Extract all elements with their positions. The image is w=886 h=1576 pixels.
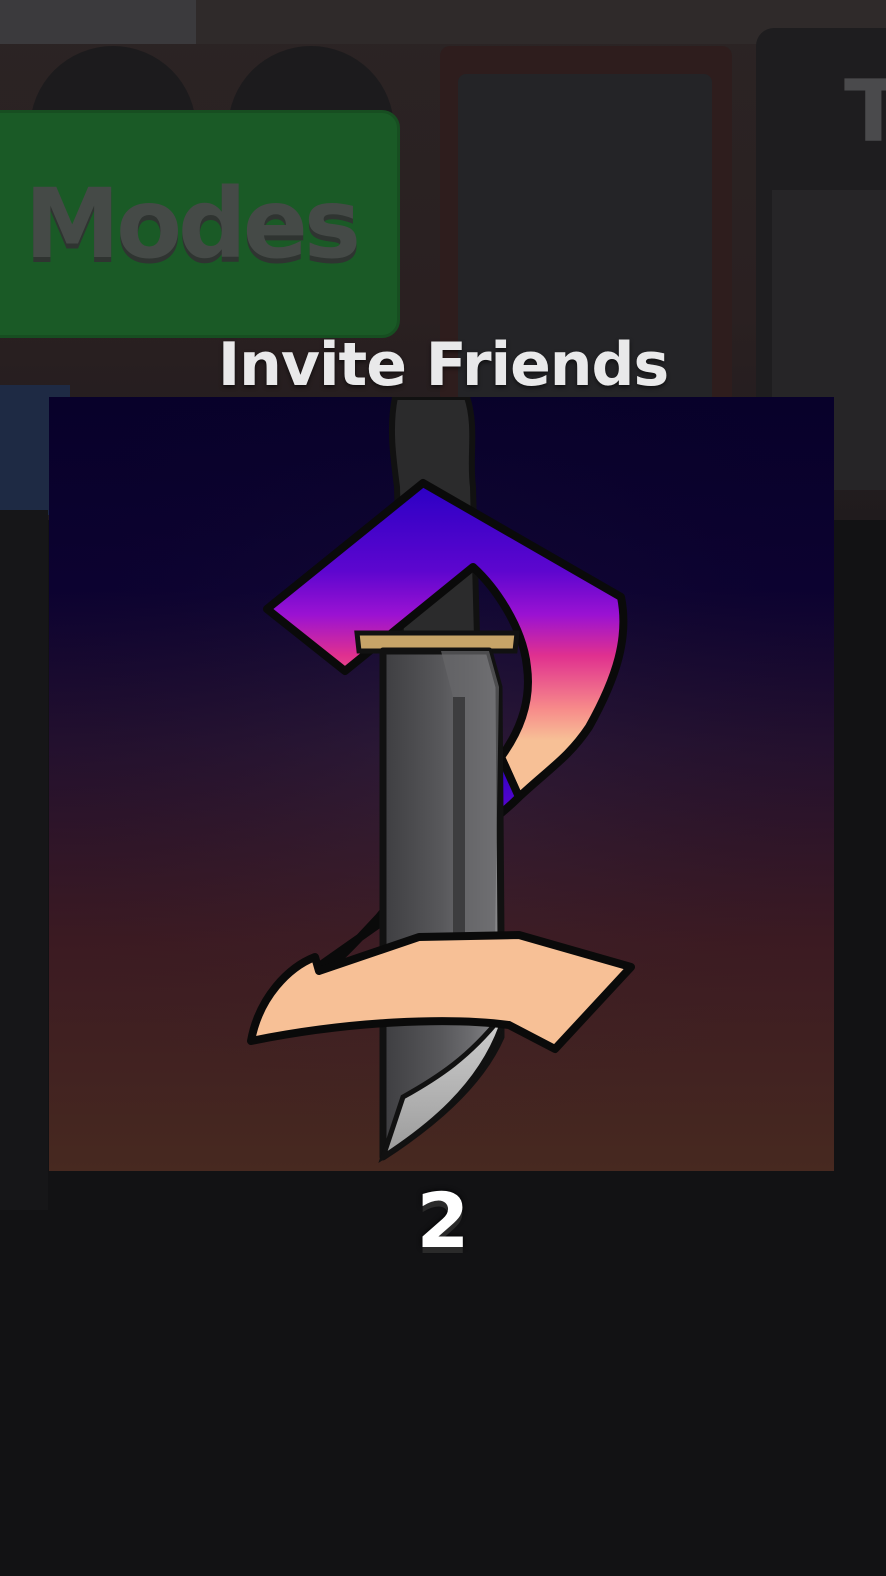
invite-friends-title: Invite Friends (217, 330, 669, 400)
top-bar-tab (0, 0, 196, 44)
game-icon[interactable] (49, 397, 834, 1171)
dagger-number-two-logo-icon (49, 397, 834, 1171)
left-edge-panel (0, 510, 48, 1210)
game-modes-label: e Modes (0, 168, 361, 280)
side-card-title: T (844, 62, 886, 162)
screen: T e Modes Invite Friends (0, 0, 886, 1576)
game-title: 2 (416, 1176, 470, 1265)
game-modes-button[interactable]: e Modes (0, 110, 400, 338)
